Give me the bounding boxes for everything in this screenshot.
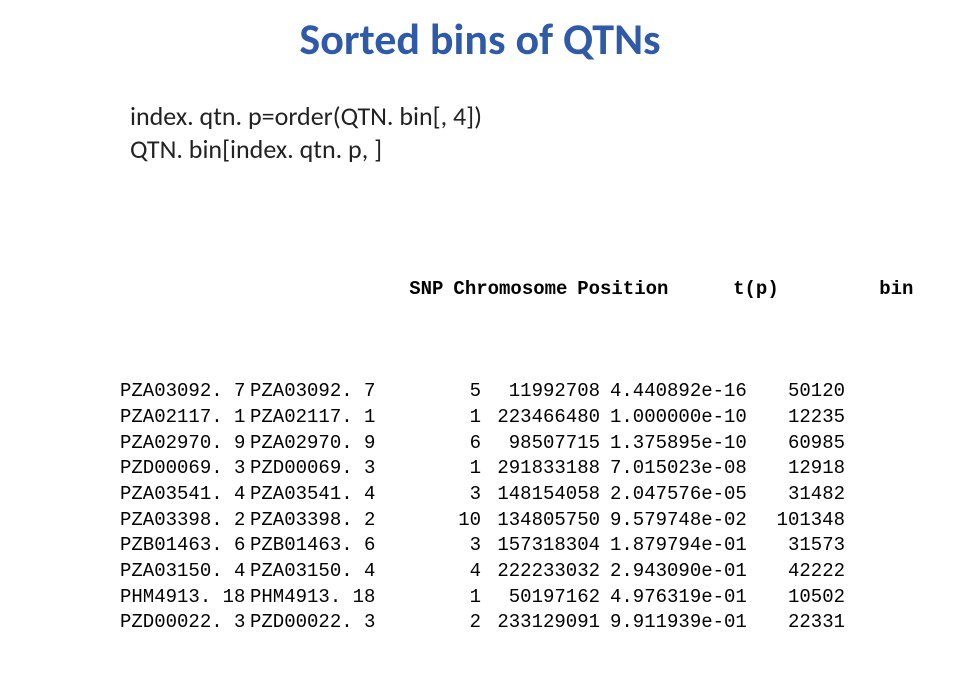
cell-rowname: PZB01463. 6	[120, 533, 250, 559]
table-row: PHM4913. 18PHM4913. 181501971624.976319e…	[120, 585, 913, 611]
col-header-bin: bin	[833, 277, 913, 303]
cell-tp: 7.015023e-08	[610, 456, 765, 482]
table-row: PZB01463. 6PZB01463. 631573183041.879794…	[120, 533, 913, 559]
cell-chromosome: 1	[385, 585, 495, 611]
cell-snp: PZA02117. 1	[250, 405, 385, 431]
cell-chromosome: 3	[385, 482, 495, 508]
cell-chromosome: 5	[385, 379, 495, 405]
cell-tp: 9.911939e-01	[610, 610, 765, 636]
cell-rowname: PZD00069. 3	[120, 456, 250, 482]
cell-tp: 4.440892e-16	[610, 379, 765, 405]
cell-bin: 31573	[765, 533, 845, 559]
table-row: PZD00022. 3PZD00022. 322331290919.911939…	[120, 610, 913, 636]
output-table: SNPChromosomePositiont(p)bin PZA03092. 7…	[120, 200, 913, 687]
cell-bin: 12235	[765, 405, 845, 431]
cell-tp: 1.375895e-10	[610, 431, 765, 457]
cell-chromosome: 1	[385, 405, 495, 431]
cell-rowname: PZA03398. 2	[120, 508, 250, 534]
cell-snp: PZA03541. 4	[250, 482, 385, 508]
col-header-tp: t(p)	[678, 277, 833, 303]
cell-tp: 1.000000e-10	[610, 405, 765, 431]
cell-tp: 4.976319e-01	[610, 585, 765, 611]
cell-snp: PZD00069. 3	[250, 456, 385, 482]
code-line-2: QTN. bin[index. qtn. p, ]	[130, 133, 482, 166]
cell-bin: 31482	[765, 482, 845, 508]
cell-rowname: PZA03541. 4	[120, 482, 250, 508]
table-header-row: SNPChromosomePositiont(p)bin	[120, 251, 913, 328]
table-row: PZD00069. 3PZD00069. 312918331887.015023…	[120, 456, 913, 482]
col-header-chromosome: Chromosome	[453, 277, 563, 303]
table-body: PZA03092. 7PZA03092. 75119927084.440892e…	[120, 379, 913, 635]
cell-snp: PHM4913. 18	[250, 585, 385, 611]
code-line-1: index. qtn. p=order(QTN. bin[, 4])	[130, 100, 482, 133]
slide-title: Sorted bins of QTNs	[0, 12, 960, 66]
cell-rowname: PZA03092. 7	[120, 379, 250, 405]
cell-rowname: PZA02117. 1	[120, 405, 250, 431]
cell-tp: 1.879794e-01	[610, 533, 765, 559]
table-row: PZA03541. 4PZA03541. 431481540582.047576…	[120, 482, 913, 508]
col-header-position: Position	[563, 277, 678, 303]
col-header-snp: SNP	[318, 277, 453, 303]
cell-snp: PZD00022. 3	[250, 610, 385, 636]
cell-bin: 60985	[765, 431, 845, 457]
code-block: index. qtn. p=order(QTN. bin[, 4]) QTN. …	[130, 100, 482, 165]
cell-chromosome: 6	[385, 431, 495, 457]
cell-chromosome: 4	[385, 559, 495, 585]
cell-snp: PZB01463. 6	[250, 533, 385, 559]
cell-position: 223466480	[495, 405, 610, 431]
cell-rowname: PZA03150. 4	[120, 559, 250, 585]
cell-chromosome: 10	[385, 508, 495, 534]
cell-position: 222233032	[495, 559, 610, 585]
cell-position: 50197162	[495, 585, 610, 611]
slide: Sorted bins of QTNs index. qtn. p=order(…	[0, 0, 960, 540]
cell-snp: PZA02970. 9	[250, 431, 385, 457]
cell-snp: PZA03398. 2	[250, 508, 385, 534]
cell-chromosome: 1	[385, 456, 495, 482]
cell-position: 291833188	[495, 456, 610, 482]
cell-rowname: PZA02970. 9	[120, 431, 250, 457]
cell-snp: PZA03150. 4	[250, 559, 385, 585]
cell-rowname: PHM4913. 18	[120, 585, 250, 611]
cell-tp: 2.047576e-05	[610, 482, 765, 508]
table-row: PZA03150. 4PZA03150. 442222330322.943090…	[120, 559, 913, 585]
cell-position: 233129091	[495, 610, 610, 636]
cell-tp: 9.579748e-02	[610, 508, 765, 534]
cell-bin: 22331	[765, 610, 845, 636]
cell-position: 157318304	[495, 533, 610, 559]
table-row: PZA02970. 9PZA02970. 96985077151.375895e…	[120, 431, 913, 457]
table-row: PZA03092. 7PZA03092. 75119927084.440892e…	[120, 379, 913, 405]
cell-rowname: PZD00022. 3	[120, 610, 250, 636]
cell-bin: 10502	[765, 585, 845, 611]
cell-chromosome: 2	[385, 610, 495, 636]
cell-bin: 12918	[765, 456, 845, 482]
cell-chromosome: 3	[385, 533, 495, 559]
cell-position: 98507715	[495, 431, 610, 457]
cell-position: 148154058	[495, 482, 610, 508]
cell-bin: 42222	[765, 559, 845, 585]
cell-bin: 101348	[765, 508, 845, 534]
cell-bin: 50120	[765, 379, 845, 405]
table-row: PZA02117. 1PZA02117. 112234664801.000000…	[120, 405, 913, 431]
cell-snp: PZA03092. 7	[250, 379, 385, 405]
cell-position: 134805750	[495, 508, 610, 534]
cell-position: 11992708	[495, 379, 610, 405]
cell-tp: 2.943090e-01	[610, 559, 765, 585]
table-row: PZA03398. 2PZA03398. 2101348057509.57974…	[120, 508, 913, 534]
